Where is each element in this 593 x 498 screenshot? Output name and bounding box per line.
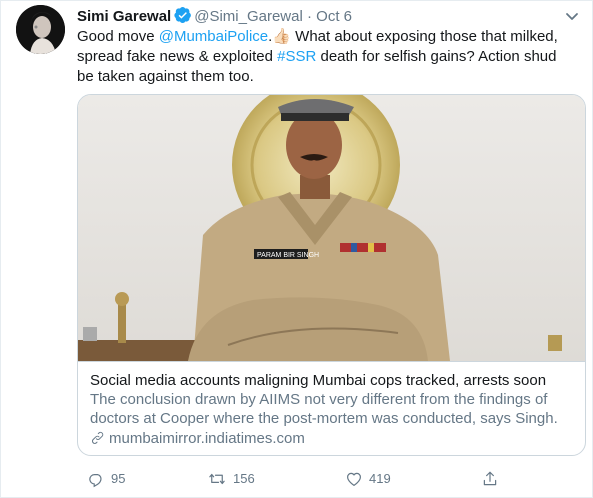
tweet-header: Simi Garewal @Simi_Garewal · Oct 6 (77, 6, 582, 26)
author-handle[interactable]: @Simi_Garewal (194, 8, 303, 25)
separator-dot: · (306, 8, 312, 25)
card-body: Social media accounts maligning Mumbai c… (78, 361, 585, 455)
hashtag-link[interactable]: #SSR (277, 48, 316, 65)
mention-link[interactable]: @MumbaiPolice (159, 28, 268, 45)
retweet-icon (209, 473, 225, 485)
like-button[interactable]: 419 (345, 467, 391, 491)
action-bar: 95 156 419 (77, 467, 577, 491)
retweet-count: 156 (233, 471, 255, 486)
card-image: PARAM BIR SINGH (78, 95, 585, 361)
name-badge-text: PARAM BIR SINGH (257, 252, 319, 259)
heart-icon (347, 472, 361, 486)
card-domain-text: mumbaimirror.indiatimes.com (109, 430, 305, 447)
card-domain: mumbaimirror.indiatimes.com (90, 429, 575, 449)
avatar[interactable] (16, 5, 65, 54)
reply-icon (89, 474, 102, 488)
share-button[interactable] (481, 467, 505, 491)
chevron-down-icon[interactable] (562, 6, 582, 26)
link-card[interactable]: PARAM BIR SINGH Social media accounts ma… (77, 94, 586, 456)
retweet-button[interactable]: 156 (207, 467, 255, 491)
reply-count: 95 (111, 471, 126, 486)
tweet-text: Good move @MumbaiPolice.👍🏻 What about ex… (77, 27, 577, 87)
tweet[interactable]: Simi Garewal @Simi_Garewal · Oct 6 Good m… (0, 0, 593, 498)
reply-button[interactable]: 95 (87, 467, 125, 491)
author-name[interactable]: Simi Garewal (77, 8, 171, 25)
card-description: The conclusion drawn by AIIMS not very d… (90, 391, 558, 427)
link-icon (92, 431, 104, 444)
like-count: 419 (369, 471, 391, 486)
share-icon (483, 471, 497, 486)
card-title: Social media accounts maligning Mumbai c… (90, 372, 547, 389)
tweet-date[interactable]: Oct 6 (316, 8, 352, 25)
tweet-text-start: Good move (77, 28, 159, 45)
